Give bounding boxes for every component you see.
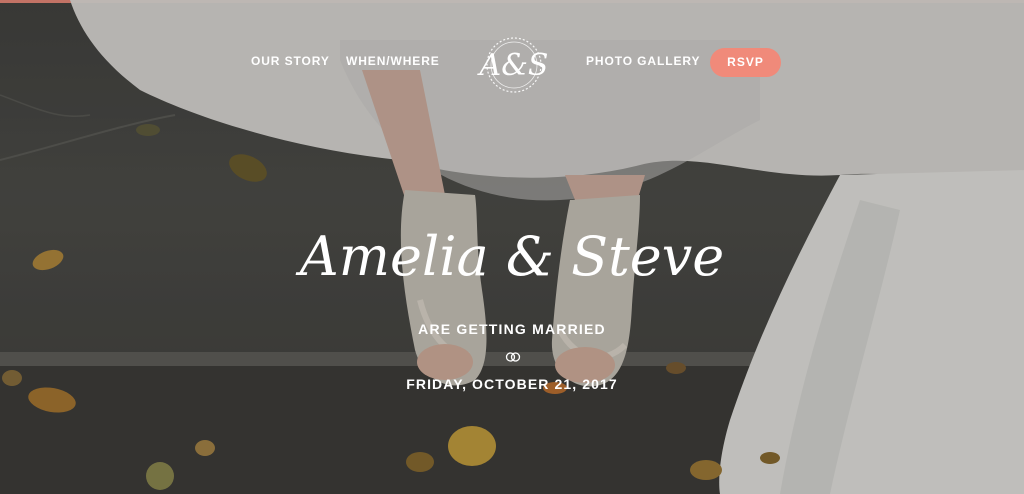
monogram-logo[interactable]: A&S — [458, 34, 570, 96]
getting-married-subtitle: ARE GETTING MARRIED — [418, 321, 606, 337]
nav-our-story[interactable]: OUR STORY — [251, 54, 330, 68]
nav-when-where[interactable]: WHEN/WHERE — [346, 54, 440, 68]
wedding-rings-icon — [505, 352, 521, 362]
monogram-text: A&S — [477, 48, 549, 83]
rsvp-button[interactable]: RSVP — [710, 48, 781, 77]
wedding-date: FRIDAY, OCTOBER 21, 2017 — [406, 376, 618, 392]
couple-names-heading: Amelia & Steve — [299, 225, 725, 288]
nav-photo-gallery[interactable]: PHOTO GALLERY — [586, 54, 700, 68]
